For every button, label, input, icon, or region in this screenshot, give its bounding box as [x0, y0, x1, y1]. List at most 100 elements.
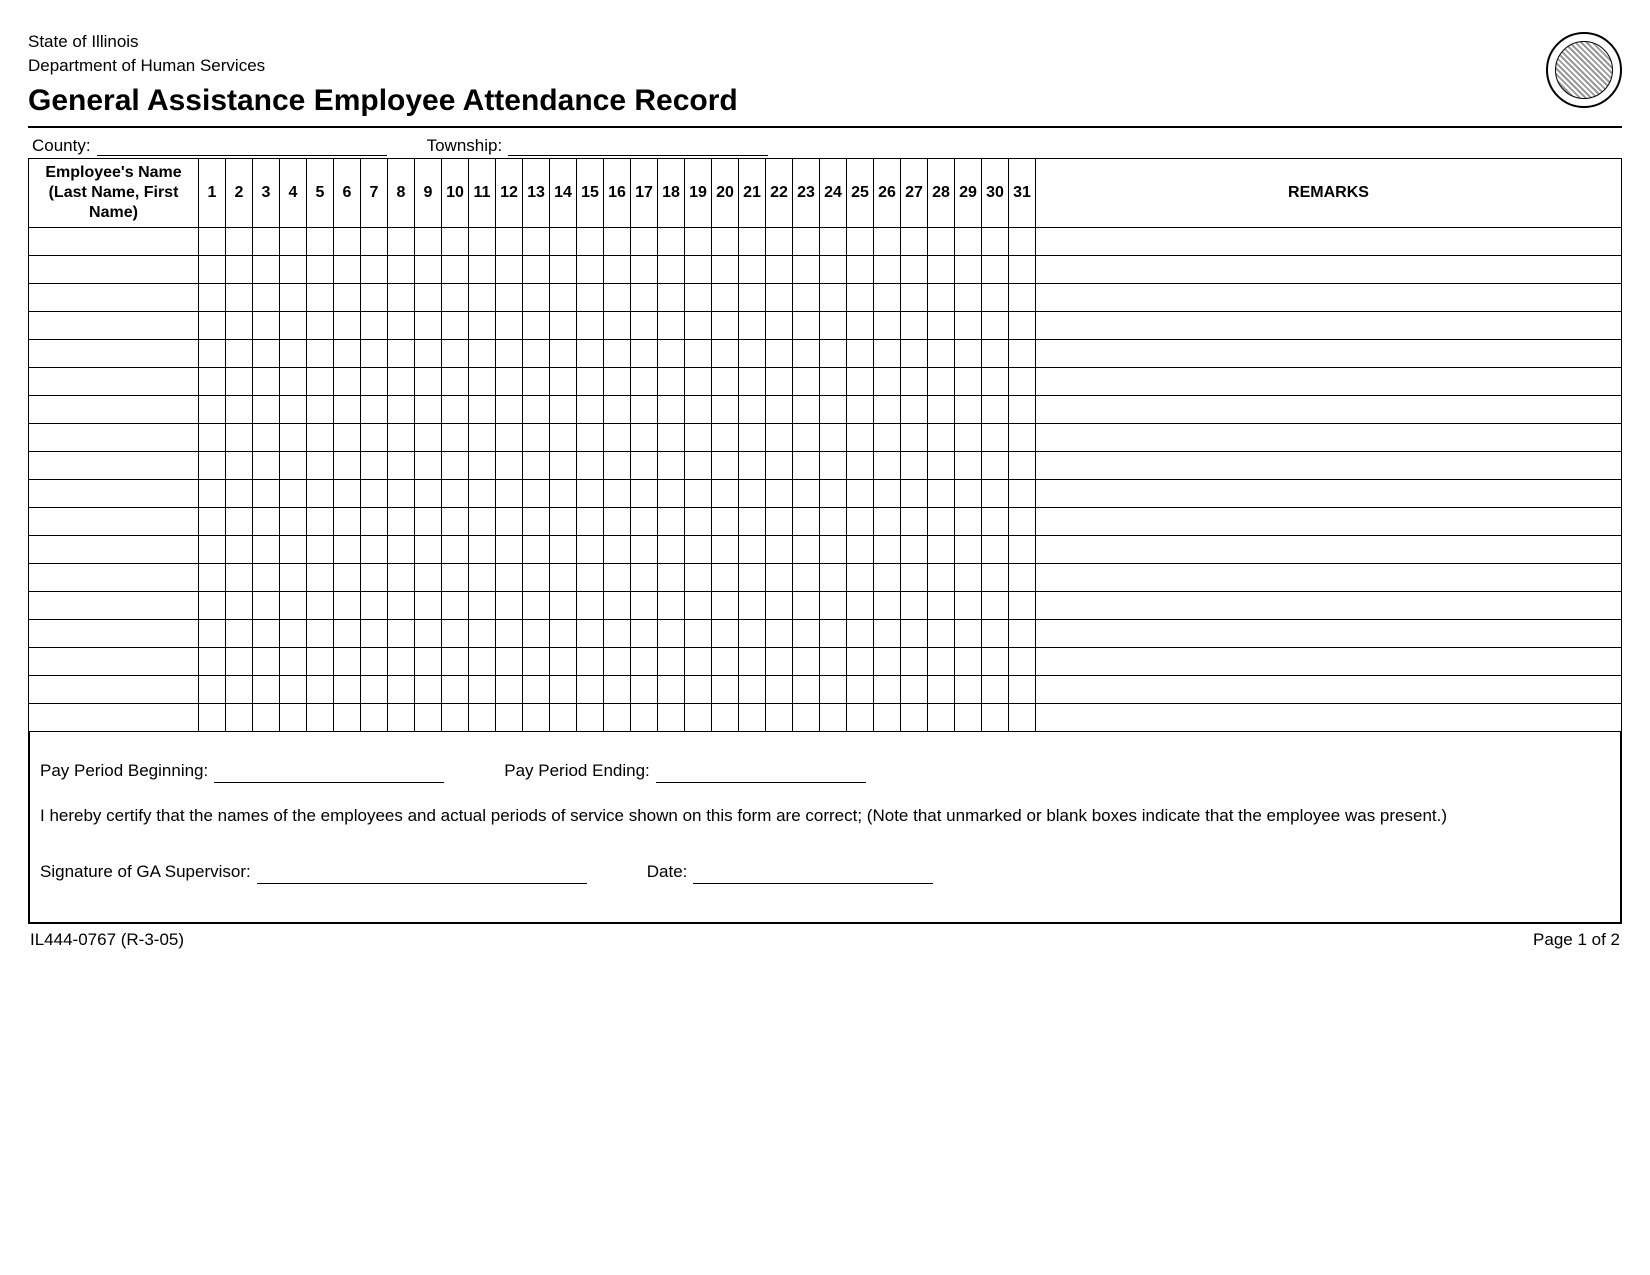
cell-day[interactable] [955, 507, 982, 535]
cell-day[interactable] [550, 535, 577, 563]
cell-day[interactable] [604, 535, 631, 563]
cell-day[interactable] [847, 255, 874, 283]
cell-day[interactable] [334, 591, 361, 619]
cell-day[interactable] [415, 423, 442, 451]
cell-day[interactable] [631, 451, 658, 479]
cell-day[interactable] [766, 647, 793, 675]
cell-day[interactable] [469, 563, 496, 591]
cell-day[interactable] [712, 423, 739, 451]
cell-day[interactable] [334, 479, 361, 507]
cell-employee-name[interactable] [29, 591, 199, 619]
cell-day[interactable] [685, 647, 712, 675]
cell-day[interactable] [1009, 255, 1036, 283]
cell-day[interactable] [253, 395, 280, 423]
cell-day[interactable] [604, 479, 631, 507]
cell-day[interactable] [550, 339, 577, 367]
cell-employee-name[interactable] [29, 647, 199, 675]
cell-day[interactable] [415, 367, 442, 395]
cell-employee-name[interactable] [29, 423, 199, 451]
cell-day[interactable] [604, 339, 631, 367]
cell-day[interactable] [307, 675, 334, 703]
cell-day[interactable] [928, 563, 955, 591]
pay-period-begin-input[interactable] [214, 763, 444, 783]
cell-day[interactable] [766, 311, 793, 339]
cell-day[interactable] [955, 255, 982, 283]
cell-day[interactable] [901, 311, 928, 339]
cell-day[interactable] [577, 283, 604, 311]
cell-remarks[interactable] [1036, 563, 1622, 591]
cell-day[interactable] [685, 507, 712, 535]
cell-employee-name[interactable] [29, 563, 199, 591]
cell-day[interactable] [415, 535, 442, 563]
cell-day[interactable] [658, 535, 685, 563]
cell-day[interactable] [253, 283, 280, 311]
cell-day[interactable] [253, 339, 280, 367]
cell-day[interactable] [442, 507, 469, 535]
cell-day[interactable] [712, 367, 739, 395]
cell-day[interactable] [496, 311, 523, 339]
cell-day[interactable] [523, 647, 550, 675]
cell-day[interactable] [874, 563, 901, 591]
cell-day[interactable] [388, 563, 415, 591]
cell-day[interactable] [793, 227, 820, 255]
cell-day[interactable] [334, 311, 361, 339]
cell-day[interactable] [442, 675, 469, 703]
cell-day[interactable] [847, 367, 874, 395]
cell-day[interactable] [388, 367, 415, 395]
cell-day[interactable] [658, 703, 685, 731]
cell-day[interactable] [928, 591, 955, 619]
cell-day[interactable] [739, 647, 766, 675]
cell-day[interactable] [469, 311, 496, 339]
cell-day[interactable] [307, 255, 334, 283]
cell-day[interactable] [820, 675, 847, 703]
cell-day[interactable] [874, 311, 901, 339]
cell-day[interactable] [658, 619, 685, 647]
cell-remarks[interactable] [1036, 479, 1622, 507]
cell-day[interactable] [982, 423, 1009, 451]
cell-day[interactable] [226, 675, 253, 703]
cell-day[interactable] [739, 563, 766, 591]
cell-day[interactable] [550, 367, 577, 395]
cell-day[interactable] [523, 591, 550, 619]
cell-day[interactable] [1009, 479, 1036, 507]
cell-day[interactable] [631, 675, 658, 703]
cell-day[interactable] [982, 311, 1009, 339]
cell-day[interactable] [1009, 703, 1036, 731]
cell-day[interactable] [901, 479, 928, 507]
cell-day[interactable] [415, 311, 442, 339]
cell-day[interactable] [253, 479, 280, 507]
cell-day[interactable] [361, 451, 388, 479]
cell-day[interactable] [469, 703, 496, 731]
cell-day[interactable] [874, 507, 901, 535]
cell-day[interactable] [388, 591, 415, 619]
cell-day[interactable] [847, 619, 874, 647]
cell-day[interactable] [307, 451, 334, 479]
cell-day[interactable] [469, 423, 496, 451]
cell-day[interactable] [631, 423, 658, 451]
cell-day[interactable] [388, 507, 415, 535]
cell-day[interactable] [361, 647, 388, 675]
cell-day[interactable] [253, 227, 280, 255]
cell-employee-name[interactable] [29, 507, 199, 535]
cell-day[interactable] [685, 339, 712, 367]
cell-day[interactable] [496, 227, 523, 255]
cell-day[interactable] [280, 591, 307, 619]
cell-day[interactable] [496, 339, 523, 367]
cell-day[interactable] [631, 591, 658, 619]
cell-day[interactable] [496, 395, 523, 423]
cell-day[interactable] [469, 283, 496, 311]
cell-day[interactable] [955, 423, 982, 451]
cell-day[interactable] [307, 563, 334, 591]
cell-day[interactable] [982, 479, 1009, 507]
cell-day[interactable] [334, 423, 361, 451]
cell-day[interactable] [334, 367, 361, 395]
cell-day[interactable] [739, 255, 766, 283]
cell-day[interactable] [550, 283, 577, 311]
cell-day[interactable] [874, 339, 901, 367]
cell-day[interactable] [577, 423, 604, 451]
cell-day[interactable] [415, 591, 442, 619]
cell-day[interactable] [1009, 395, 1036, 423]
cell-day[interactable] [496, 675, 523, 703]
cell-employee-name[interactable] [29, 619, 199, 647]
cell-day[interactable] [928, 507, 955, 535]
